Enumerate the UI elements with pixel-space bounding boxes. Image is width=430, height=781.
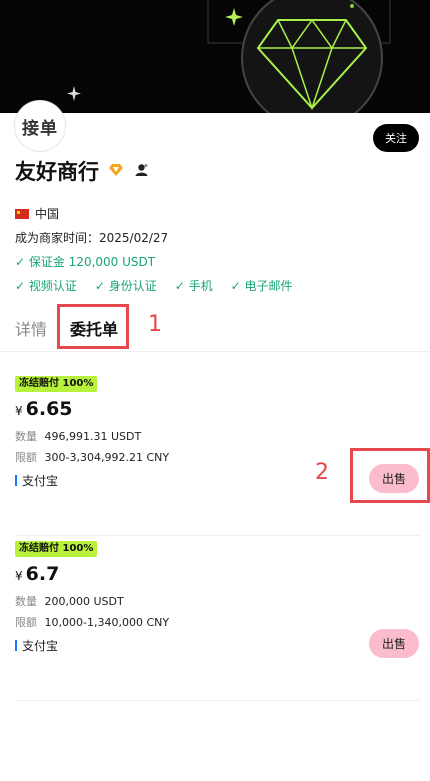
limit-label: 限额 [15, 616, 37, 629]
quantity-label: 数量 [15, 595, 37, 608]
annotation-number-2: 2 [315, 460, 329, 485]
verify-phone: ✓ 手机 [174, 279, 213, 293]
order-card: 冻结赔付 100% ¥ 6.7 数量 200,000 USDT 限额 10,00… [0, 541, 430, 701]
order-limit: 限额 10,000-1,340,000 CNY [15, 614, 169, 630]
payment-method: 支付宝 [15, 637, 58, 654]
annotation-box-1 [57, 304, 129, 349]
quantity-value: 200,000 USDT [44, 595, 124, 608]
limit-value: 300-3,304,992.21 CNY [44, 451, 170, 464]
merchant-country: 中国 [15, 205, 59, 222]
tab-details[interactable]: 详情 [15, 316, 47, 340]
currency-symbol: ¥ [15, 569, 23, 583]
quantity-value: 496,991.31 USDT [44, 430, 142, 443]
payment-bar-icon [15, 640, 17, 651]
merchant-name: 友好商行 [15, 160, 99, 184]
avatar-text: 接单 [22, 118, 58, 139]
payment-method: 支付宝 [15, 472, 58, 489]
limit-label: 限额 [15, 451, 37, 464]
limit-value: 10,000-1,340,000 CNY [44, 616, 170, 629]
payment-bar-icon [15, 475, 17, 486]
card-divider [15, 700, 420, 701]
tab-divider [0, 351, 430, 352]
order-quantity: 数量 200,000 USDT [15, 593, 124, 609]
currency-symbol: ¥ [15, 404, 23, 418]
annotation-box-2 [350, 448, 430, 503]
compensation-tag: 冻结赔付 100% [15, 541, 98, 557]
price-value: 6.7 [25, 563, 60, 585]
payment-label: 支付宝 [22, 474, 59, 488]
profile-banner [0, 0, 430, 113]
verify-identity: ✓ 身份认证 [94, 279, 157, 293]
diamond-badge-icon [109, 164, 123, 176]
diamond-graphic [0, 0, 430, 113]
order-price: ¥ 6.7 [15, 563, 59, 585]
verify-email: ✓ 电子邮件 [230, 279, 293, 293]
order-limit: 限额 300-3,304,992.21 CNY [15, 449, 169, 465]
price-value: 6.65 [25, 398, 73, 420]
card-divider [15, 535, 420, 536]
verification-list: ✓ 视频认证 ✓ 身份认证 ✓ 手机 ✓ 电子邮件 [15, 277, 311, 294]
merchant-verified-icon [135, 164, 148, 176]
merchant-since: 成为商家时间：2025/02/27 [15, 231, 169, 245]
follow-button[interactable]: 关注 [373, 124, 419, 152]
merchant-avatar: 接单 [14, 100, 66, 152]
order-quantity: 数量 496,991.31 USDT [15, 428, 141, 444]
order-price: ¥ 6.65 [15, 398, 73, 420]
deposit-amount: ✓ 保证金 120,000 USDT [15, 255, 156, 269]
annotation-number-1: 1 [148, 312, 162, 337]
sell-button[interactable]: 出售 [369, 629, 419, 658]
china-flag-icon [15, 208, 29, 219]
payment-label: 支付宝 [22, 639, 59, 653]
country-label: 中国 [35, 207, 60, 221]
compensation-tag: 冻结赔付 100% [15, 376, 98, 392]
quantity-label: 数量 [15, 430, 37, 443]
verify-video: ✓ 视频认证 [15, 279, 77, 293]
